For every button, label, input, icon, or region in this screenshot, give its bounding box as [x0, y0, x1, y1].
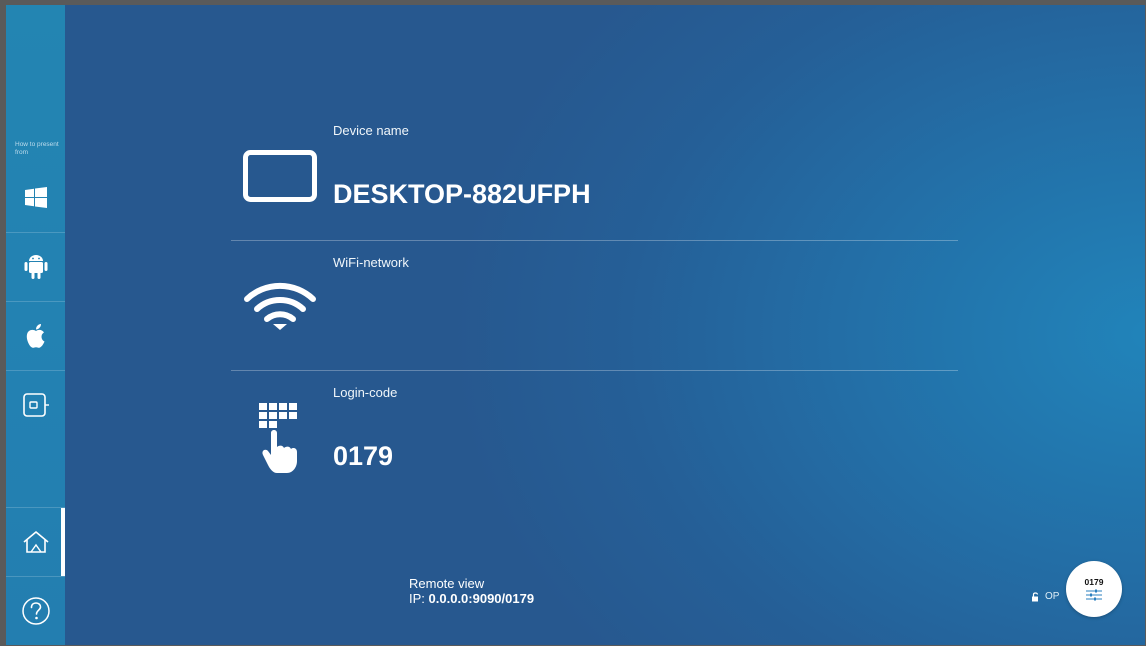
home-icon: [22, 531, 49, 553]
keypad-hand-icon: [259, 403, 301, 478]
help-icon: [21, 597, 50, 625]
sidebar-item-apple[interactable]: [6, 302, 65, 370]
sliders-icon: [1086, 589, 1102, 601]
settings-fab[interactable]: 0179: [1066, 561, 1122, 617]
app-window: How to present from Device name DESKTOP-…: [6, 5, 1145, 645]
sidebar-item-help[interactable]: [6, 577, 65, 645]
login-code-value: 0179: [333, 441, 394, 471]
lock-status[interactable]: OP: [1031, 591, 1059, 602]
active-indicator: [61, 508, 65, 576]
wifi-network-label: WiFi-network: [333, 255, 409, 270]
apple-logo-icon: [26, 324, 44, 348]
device-name-label: Device name: [333, 123, 409, 138]
android-logo-icon: [24, 255, 47, 279]
ip-label: IP:: [409, 591, 425, 606]
sidebar-item-android[interactable]: [6, 233, 65, 301]
hdmi-input-icon: [22, 393, 49, 417]
remote-view-title: Remote view: [409, 576, 485, 591]
sidebar-item-windows[interactable]: [6, 164, 65, 232]
lock-status-label: OP: [1045, 591, 1060, 602]
tablet-icon: [243, 150, 317, 207]
row-divider: [231, 240, 958, 241]
unlock-icon: [1032, 591, 1039, 601]
remote-view-ip: IP: 0.0.0.0:9090/0179: [409, 591, 534, 606]
row-divider: [231, 370, 958, 371]
sidebar-item-hdmi-input[interactable]: [6, 371, 65, 439]
wifi-icon: [243, 277, 317, 338]
device-name-value: DESKTOP-882UFPH: [333, 179, 591, 209]
windows-logo-icon: [24, 187, 47, 208]
sidebar-item-home[interactable]: [6, 508, 65, 576]
login-code-label: Login-code: [333, 385, 398, 400]
ip-value: 0.0.0.0:9090/0179: [428, 591, 535, 606]
remote-view-info: Remote view IP: 0.0.0.0:9090/0179: [409, 576, 534, 606]
sidebar: How to present from: [6, 5, 65, 645]
sidebar-heading: How to present from: [15, 141, 59, 156]
fab-login-code: 0179: [1084, 577, 1104, 587]
